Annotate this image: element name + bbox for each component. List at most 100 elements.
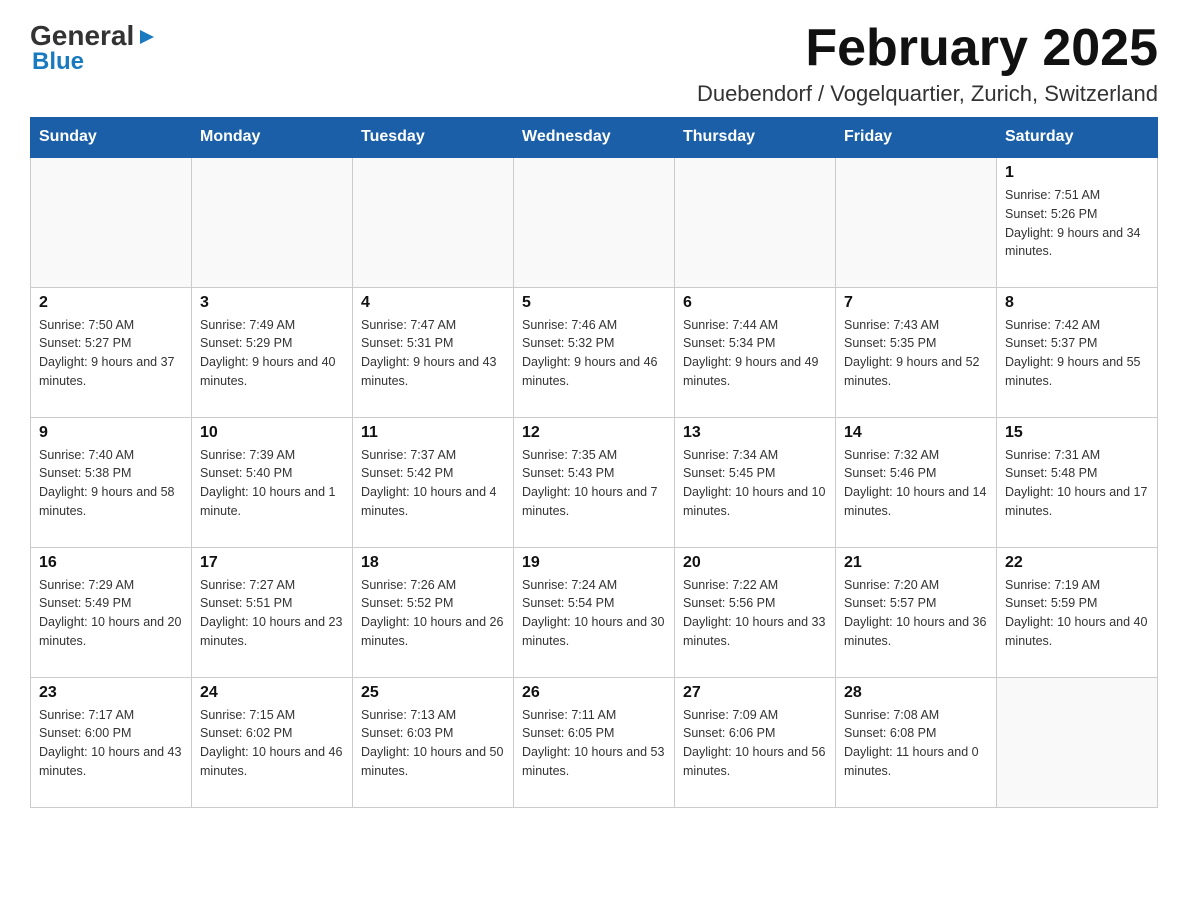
day-header-tuesday: Tuesday — [353, 118, 514, 158]
calendar-cell — [675, 157, 836, 287]
calendar-cell: 11 Sunrise: 7:37 AM Sunset: 5:42 PM Dayli… — [353, 417, 514, 547]
day-header-monday: Monday — [192, 118, 353, 158]
day-info: Sunrise: 7:34 AM Sunset: 5:45 PM Dayligh… — [683, 446, 827, 521]
day-info: Sunrise: 7:29 AM Sunset: 5:49 PM Dayligh… — [39, 576, 183, 651]
calendar-cell: 24 Sunrise: 7:15 AM Sunset: 6:02 PM Dayli… — [192, 677, 353, 807]
day-number: 7 — [844, 294, 988, 312]
page-header: General Blue February 2025 Duebendorf / … — [30, 20, 1158, 107]
calendar-cell: 27 Sunrise: 7:09 AM Sunset: 6:06 PM Dayli… — [675, 677, 836, 807]
calendar-cell: 12 Sunrise: 7:35 AM Sunset: 5:43 PM Dayli… — [514, 417, 675, 547]
logo-arrow-icon — [136, 26, 158, 48]
day-number: 17 — [200, 554, 344, 572]
day-info: Sunrise: 7:22 AM Sunset: 5:56 PM Dayligh… — [683, 576, 827, 651]
day-number: 1 — [1005, 164, 1149, 182]
day-info: Sunrise: 7:26 AM Sunset: 5:52 PM Dayligh… — [361, 576, 505, 651]
calendar-cell: 28 Sunrise: 7:08 AM Sunset: 6:08 PM Dayli… — [836, 677, 997, 807]
day-info: Sunrise: 7:17 AM Sunset: 6:00 PM Dayligh… — [39, 706, 183, 781]
day-number: 27 — [683, 684, 827, 702]
day-header-saturday: Saturday — [997, 118, 1158, 158]
day-info: Sunrise: 7:24 AM Sunset: 5:54 PM Dayligh… — [522, 576, 666, 651]
title-block: February 2025 Duebendorf / Vogelquartier… — [697, 20, 1158, 107]
calendar-cell: 6Sunrise: 7:44 AM Sunset: 5:34 PM Daylig… — [675, 287, 836, 417]
day-info: Sunrise: 7:51 AM Sunset: 5:26 PM Dayligh… — [1005, 186, 1149, 261]
day-number: 10 — [200, 424, 344, 442]
day-header-thursday: Thursday — [675, 118, 836, 158]
calendar-cell — [31, 157, 192, 287]
calendar-cell: 25 Sunrise: 7:13 AM Sunset: 6:03 PM Dayli… — [353, 677, 514, 807]
calendar-cell — [353, 157, 514, 287]
calendar-week-4: 16 Sunrise: 7:29 AM Sunset: 5:49 PM Dayli… — [31, 547, 1158, 677]
day-info: Sunrise: 7:35 AM Sunset: 5:43 PM Dayligh… — [522, 446, 666, 521]
calendar-cell — [514, 157, 675, 287]
day-info: Sunrise: 7:47 AM Sunset: 5:31 PM Dayligh… — [361, 316, 505, 391]
day-info: Sunrise: 7:42 AM Sunset: 5:37 PM Dayligh… — [1005, 316, 1149, 391]
day-number: 23 — [39, 684, 183, 702]
calendar-cell: 14Sunrise: 7:32 AM Sunset: 5:46 PM Dayli… — [836, 417, 997, 547]
day-header-sunday: Sunday — [31, 118, 192, 158]
day-number: 14 — [844, 424, 988, 442]
page-title: February 2025 — [697, 20, 1158, 77]
day-info: Sunrise: 7:13 AM Sunset: 6:03 PM Dayligh… — [361, 706, 505, 781]
day-number: 4 — [361, 294, 505, 312]
day-number: 25 — [361, 684, 505, 702]
day-number: 18 — [361, 554, 505, 572]
day-info: Sunrise: 7:09 AM Sunset: 6:06 PM Dayligh… — [683, 706, 827, 781]
calendar-cell — [997, 677, 1158, 807]
page-subtitle: Duebendorf / Vogelquartier, Zurich, Swit… — [697, 81, 1158, 107]
calendar-week-1: 1 Sunrise: 7:51 AM Sunset: 5:26 PM Daylig… — [31, 157, 1158, 287]
day-info: Sunrise: 7:15 AM Sunset: 6:02 PM Dayligh… — [200, 706, 344, 781]
day-number: 26 — [522, 684, 666, 702]
day-number: 2 — [39, 294, 183, 312]
calendar-cell: 2 Sunrise: 7:50 AM Sunset: 5:27 PM Daylig… — [31, 287, 192, 417]
day-number: 20 — [683, 554, 827, 572]
day-number: 12 — [522, 424, 666, 442]
day-info: Sunrise: 7:39 AM Sunset: 5:40 PM Dayligh… — [200, 446, 344, 521]
calendar-cell: 22 Sunrise: 7:19 AM Sunset: 5:59 PM Dayli… — [997, 547, 1158, 677]
calendar-cell: 16 Sunrise: 7:29 AM Sunset: 5:49 PM Dayli… — [31, 547, 192, 677]
day-info: Sunrise: 7:19 AM Sunset: 5:59 PM Dayligh… — [1005, 576, 1149, 651]
calendar-cell: 23 Sunrise: 7:17 AM Sunset: 6:00 PM Dayli… — [31, 677, 192, 807]
calendar-cell: 18 Sunrise: 7:26 AM Sunset: 5:52 PM Dayli… — [353, 547, 514, 677]
calendar-cell — [192, 157, 353, 287]
calendar-week-5: 23 Sunrise: 7:17 AM Sunset: 6:00 PM Dayli… — [31, 677, 1158, 807]
calendar-table: SundayMondayTuesdayWednesdayThursdayFrid… — [30, 117, 1158, 808]
day-info: Sunrise: 7:31 AM Sunset: 5:48 PM Dayligh… — [1005, 446, 1149, 521]
day-info: Sunrise: 7:49 AM Sunset: 5:29 PM Dayligh… — [200, 316, 344, 391]
day-info: Sunrise: 7:27 AM Sunset: 5:51 PM Dayligh… — [200, 576, 344, 651]
calendar-cell: 5 Sunrise: 7:46 AM Sunset: 5:32 PM Daylig… — [514, 287, 675, 417]
day-info: Sunrise: 7:37 AM Sunset: 5:42 PM Dayligh… — [361, 446, 505, 521]
day-number: 28 — [844, 684, 988, 702]
day-number: 16 — [39, 554, 183, 572]
day-info: Sunrise: 7:44 AM Sunset: 5:34 PM Dayligh… — [683, 316, 827, 391]
day-number: 24 — [200, 684, 344, 702]
day-header-wednesday: Wednesday — [514, 118, 675, 158]
day-info: Sunrise: 7:20 AM Sunset: 5:57 PM Dayligh… — [844, 576, 988, 651]
day-number: 8 — [1005, 294, 1149, 312]
day-number: 11 — [361, 424, 505, 442]
calendar-cell: 26Sunrise: 7:11 AM Sunset: 6:05 PM Dayli… — [514, 677, 675, 807]
calendar-cell: 19Sunrise: 7:24 AM Sunset: 5:54 PM Dayli… — [514, 547, 675, 677]
day-info: Sunrise: 7:43 AM Sunset: 5:35 PM Dayligh… — [844, 316, 988, 391]
calendar-cell: 1 Sunrise: 7:51 AM Sunset: 5:26 PM Daylig… — [997, 157, 1158, 287]
calendar-header-row: SundayMondayTuesdayWednesdayThursdayFrid… — [31, 118, 1158, 158]
calendar-cell: 13 Sunrise: 7:34 AM Sunset: 5:45 PM Dayli… — [675, 417, 836, 547]
calendar-cell: 3Sunrise: 7:49 AM Sunset: 5:29 PM Daylig… — [192, 287, 353, 417]
day-number: 15 — [1005, 424, 1149, 442]
day-info: Sunrise: 7:50 AM Sunset: 5:27 PM Dayligh… — [39, 316, 183, 391]
calendar-cell: 15 Sunrise: 7:31 AM Sunset: 5:48 PM Dayli… — [997, 417, 1158, 547]
day-number: 13 — [683, 424, 827, 442]
day-header-friday: Friday — [836, 118, 997, 158]
day-number: 21 — [844, 554, 988, 572]
day-number: 22 — [1005, 554, 1149, 572]
calendar-cell: 21 Sunrise: 7:20 AM Sunset: 5:57 PM Dayli… — [836, 547, 997, 677]
day-info: Sunrise: 7:08 AM Sunset: 6:08 PM Dayligh… — [844, 706, 988, 781]
calendar-cell: 7 Sunrise: 7:43 AM Sunset: 5:35 PM Daylig… — [836, 287, 997, 417]
logo-blue-text: Blue — [32, 48, 84, 76]
day-info: Sunrise: 7:46 AM Sunset: 5:32 PM Dayligh… — [522, 316, 666, 391]
day-number: 9 — [39, 424, 183, 442]
calendar-cell: 8 Sunrise: 7:42 AM Sunset: 5:37 PM Daylig… — [997, 287, 1158, 417]
calendar-cell: 10 Sunrise: 7:39 AM Sunset: 5:40 PM Dayli… — [192, 417, 353, 547]
calendar-cell: 4 Sunrise: 7:47 AM Sunset: 5:31 PM Daylig… — [353, 287, 514, 417]
calendar-week-2: 2 Sunrise: 7:50 AM Sunset: 5:27 PM Daylig… — [31, 287, 1158, 417]
day-number: 5 — [522, 294, 666, 312]
